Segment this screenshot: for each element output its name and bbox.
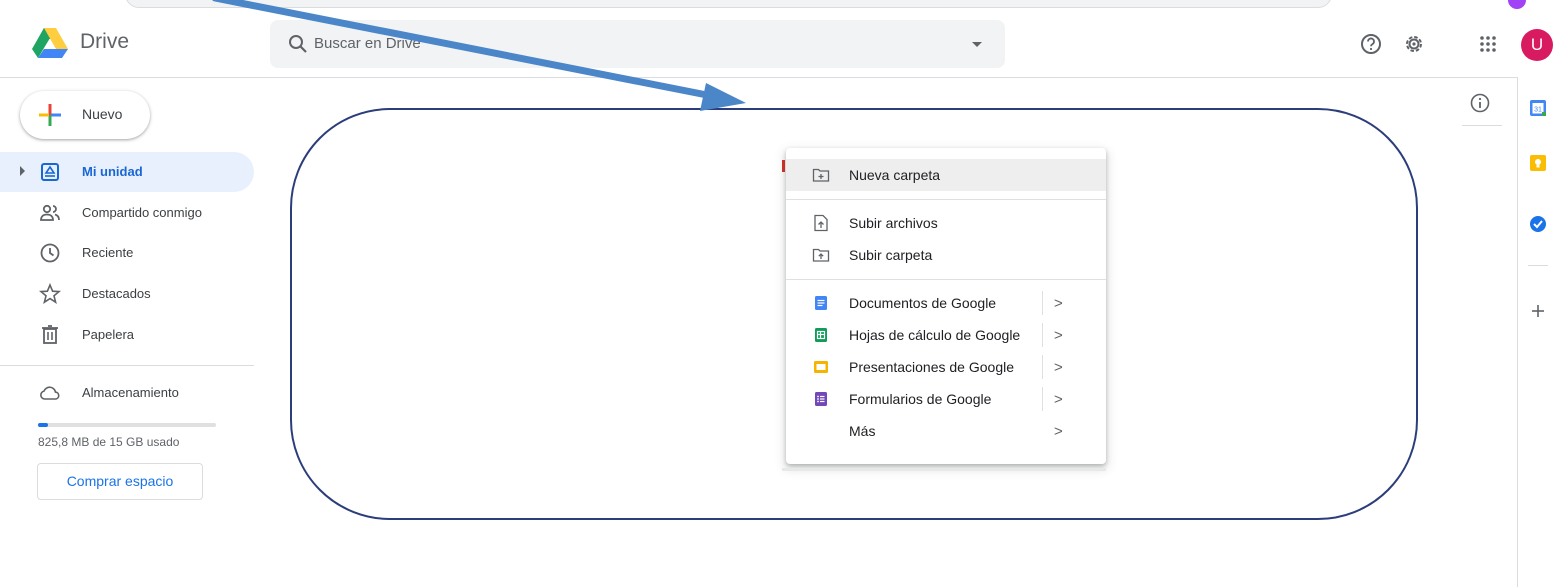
storage-label: Almacenamiento: [82, 385, 179, 400]
plus-icon: [39, 104, 61, 126]
storage-progress-bar: [38, 423, 216, 427]
side-panel-divider: [1528, 265, 1548, 266]
storage-progress-fill: [38, 423, 48, 427]
side-panel: 31: [1517, 77, 1556, 587]
calendar-day-text: 31: [1534, 107, 1542, 114]
chevron-right-icon[interactable]: >: [1054, 359, 1066, 376]
menu-item-more[interactable]: Más >: [786, 415, 1106, 447]
sidebar-item-my-drive[interactable]: Mi unidad: [0, 152, 254, 192]
keep-icon[interactable]: [1528, 153, 1548, 173]
sidebar-item-starred[interactable]: Destacados: [0, 274, 254, 314]
storage-usage-text: 825,8 MB de 15 GB usado: [38, 435, 180, 449]
menu-item-new-folder[interactable]: Nueva carpeta: [786, 159, 1106, 191]
search-input[interactable]: Buscar en Drive: [314, 32, 421, 56]
menu-item-google-docs[interactable]: Documentos de Google >: [786, 287, 1106, 319]
menu-item-label: Presentaciones de Google: [849, 359, 1014, 375]
sidebar-item-shared[interactable]: Compartido conmigo: [0, 193, 254, 233]
menu-submenu-divider: [1042, 387, 1043, 411]
help-icon[interactable]: [1358, 31, 1384, 57]
new-item-menu: Nueva carpeta Subir archivos Subir carpe…: [786, 148, 1106, 464]
sidebar-item-label: Compartido conmigo: [82, 205, 202, 220]
search-options-dropdown-icon[interactable]: [965, 32, 989, 56]
clock-icon: [40, 243, 60, 263]
menu-item-label: Nueva carpeta: [849, 167, 941, 183]
menu-shadow-line: [782, 468, 1106, 471]
chevron-right-icon[interactable]: >: [1054, 391, 1066, 408]
folder-upload-icon: [812, 248, 830, 262]
sidebar-item-label: Mi unidad: [82, 164, 143, 179]
chevron-right-icon[interactable]: >: [1054, 327, 1066, 344]
expand-caret-icon[interactable]: [20, 166, 25, 176]
app-name: Drive: [80, 30, 130, 53]
sidebar-item-recent[interactable]: Reciente: [0, 233, 254, 273]
sidebar-divider: [0, 365, 254, 366]
sheets-icon: [815, 328, 827, 342]
sidebar-item-label: Papelera: [82, 327, 135, 342]
menu-item-label: Formularios de Google: [849, 391, 992, 407]
menu-edge-strip: [782, 160, 785, 172]
user-avatar[interactable]: U: [1521, 29, 1553, 61]
settings-gear-icon[interactable]: [1401, 31, 1427, 57]
shared-icon: [40, 204, 60, 221]
menu-item-upload-files[interactable]: Subir archivos: [786, 207, 1106, 239]
cloud-icon: [40, 386, 60, 400]
chevron-right-icon[interactable]: >: [1054, 295, 1066, 312]
new-button-label: Nuevo: [82, 106, 123, 122]
tasks-icon[interactable]: [1528, 214, 1548, 234]
search-icon[interactable]: [286, 32, 310, 56]
buy-storage-button[interactable]: Comprar espacio: [37, 463, 203, 500]
new-button[interactable]: Nuevo: [20, 91, 150, 139]
trash-icon: [42, 325, 58, 344]
browser-address-bar[interactable]: [125, 0, 1332, 8]
menu-separator: [786, 279, 1106, 280]
sidebar-item-storage[interactable]: Almacenamiento: [0, 373, 254, 413]
sidebar-item-label: Destacados: [82, 286, 151, 301]
menu-submenu-divider: [1042, 323, 1043, 347]
forms-icon: [815, 392, 827, 406]
my-drive-icon: [41, 163, 59, 181]
apps-grid-icon[interactable]: [1475, 31, 1501, 57]
menu-separator: [786, 199, 1106, 200]
drive-logo-icon[interactable]: [32, 27, 68, 59]
menu-item-label: Documentos de Google: [849, 295, 997, 311]
menu-submenu-divider: [1042, 291, 1043, 315]
info-icon[interactable]: [1468, 91, 1492, 115]
new-folder-icon: [812, 168, 830, 182]
sidebar-item-label: Reciente: [82, 245, 134, 260]
app-header: Drive Buscar en Drive U: [0, 10, 1556, 78]
menu-item-google-sheets[interactable]: Hojas de cálculo de Google >: [786, 319, 1106, 351]
menu-item-label: Hojas de cálculo de Google: [849, 327, 1021, 343]
chevron-right-icon[interactable]: >: [1054, 423, 1066, 440]
menu-item-label: Subir carpeta: [849, 247, 933, 263]
star-icon: [38, 282, 62, 304]
calendar-icon[interactable]: 31: [1528, 98, 1548, 118]
search-box[interactable]: Buscar en Drive: [270, 20, 1005, 68]
details-divider: [1462, 125, 1502, 126]
sidebar-item-trash[interactable]: Papelera: [0, 315, 254, 355]
menu-item-google-slides[interactable]: Presentaciones de Google >: [786, 351, 1106, 383]
menu-submenu-divider: [1042, 355, 1043, 379]
menu-item-label: Más: [849, 423, 876, 439]
menu-item-label: Subir archivos: [849, 215, 938, 231]
file-upload-icon: [814, 214, 828, 232]
docs-icon: [815, 296, 827, 310]
menu-item-google-forms[interactable]: Formularios de Google >: [786, 383, 1106, 415]
add-addon-plus-icon[interactable]: [1528, 301, 1548, 321]
slides-icon: [814, 361, 828, 373]
menu-item-upload-folder[interactable]: Subir carpeta: [786, 239, 1106, 271]
